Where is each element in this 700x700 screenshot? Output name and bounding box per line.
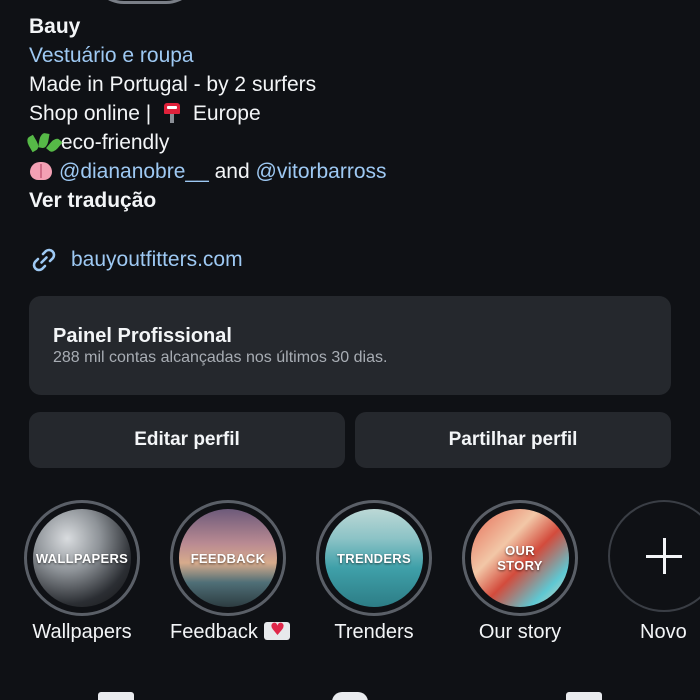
herb-seedling-emoji-icon [25,131,63,154]
highlight-ring: WALLPAPERS [24,500,140,616]
profile-name: Bauy [29,15,81,38]
mention-vitorbarross[interactable]: @vitorbarross [256,160,387,183]
dashboard-title: Painel Profissional [53,325,232,347]
highlight-ring: FEEDBACK [170,500,286,616]
bio-line-2-prefix: Shop online | [29,102,152,125]
reels-tab-icon[interactable] [332,692,368,700]
dashboard-subtitle: 288 mil contas alcançadas nos últimos 30… [53,349,388,366]
highlight-cover-text: WALLPAPERS [35,550,129,566]
bio-line-2: Shop online | Europe [29,99,669,128]
love-letter-emoji-icon [263,620,290,640]
highlight-ring: TRENDERS [316,500,432,616]
brain-emoji-icon [29,160,53,182]
mention-diananobre[interactable]: @diananobre__ [59,160,209,183]
highlight-new[interactable]: Novo [608,500,700,644]
mailbox-emoji-icon [161,101,183,123]
bio-line-3-text: eco-friendly [60,131,170,154]
highlight-cover: WALLPAPERS [33,509,131,607]
professional-dashboard-card[interactable]: Painel Profissional 288 mil contas alcan… [29,296,671,395]
mention-joiner: and [214,160,250,183]
new-highlight-button[interactable] [608,500,700,612]
bio-line-4: @diananobre__ and @vitorbarross [29,157,669,186]
edit-profile-button[interactable]: Editar perfil [29,412,345,468]
highlight-cover-text: TRENDERS [337,550,411,566]
highlight-label: Our story [478,621,562,643]
highlight-label: Feedback [170,621,258,643]
highlight-cover: TRENDERS [325,509,423,607]
bio-line-1: Made in Portugal - by 2 surfers [29,73,317,96]
tagged-tab-icon[interactable] [566,692,602,700]
highlight-feedback[interactable]: FEEDBACK Feedback [170,500,290,644]
highlight-label: Novo [640,621,687,643]
highlight-our-story[interactable]: OUR STORY Our story [462,500,578,644]
highlight-cover-text: OUR STORY [497,543,543,573]
website-link[interactable]: bauyoutfitters.com [29,244,243,276]
highlight-cover-text: FEEDBACK [190,550,266,566]
highlight-cover: FEEDBACK [179,509,277,607]
highlight-cover: OUR STORY [471,509,569,607]
link-icon [32,248,56,272]
highlight-label: Wallpapers [32,621,132,643]
plus-icon [646,538,682,574]
profile-avatar[interactable] [90,0,200,4]
highlight-wallpapers[interactable]: WALLPAPERS Wallpapers [24,500,140,644]
highlight-ring [608,500,700,616]
translate-link[interactable]: Ver tradução [29,186,669,215]
profile-bio: Bauy Vestuário e roupa Made in Portugal … [25,12,669,215]
highlight-ring: OUR STORY [462,500,578,616]
website-url: bauyoutfitters.com [71,248,243,271]
highlight-label: Trenders [334,621,414,643]
bio-line-3: eco-friendly [25,128,669,157]
profile-tab-bar [0,688,700,700]
profile-category: Vestuário e roupa [29,44,194,67]
grid-tab-icon[interactable] [98,692,134,700]
share-profile-button[interactable]: Partilhar perfil [355,412,671,468]
highlight-trenders[interactable]: TRENDERS Trenders [316,500,432,644]
highlight-label-row: Feedback [170,620,290,644]
bio-line-2-suffix: Europe [192,102,261,125]
